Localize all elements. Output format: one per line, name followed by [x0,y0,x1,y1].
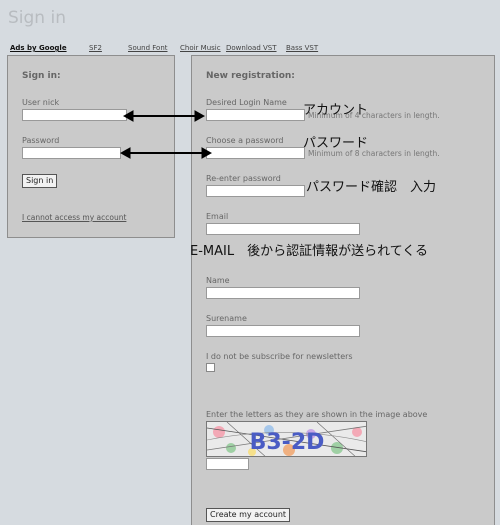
annotation-arrows [119,110,213,159]
arrow-user-to-login [122,110,206,122]
arrow-password-to-choose [119,147,213,159]
